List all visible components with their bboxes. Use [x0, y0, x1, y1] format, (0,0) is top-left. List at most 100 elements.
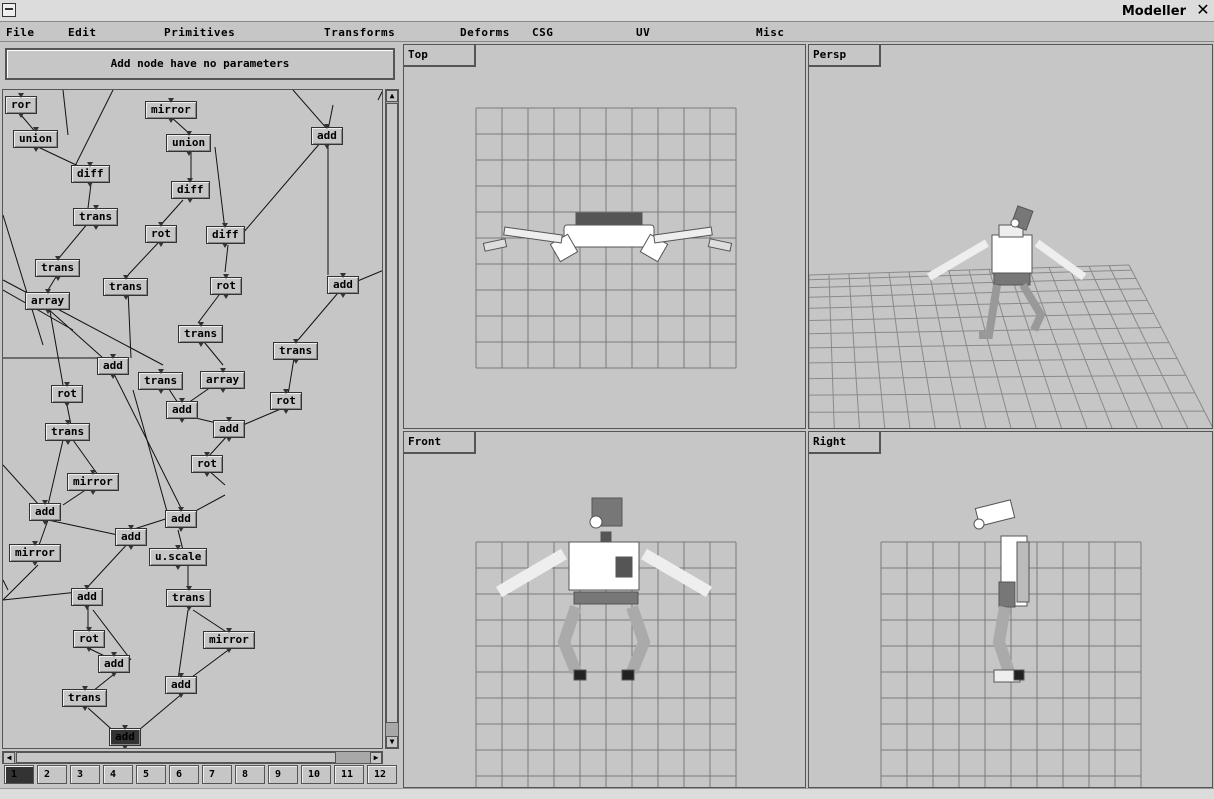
graph-node[interactable]: add: [166, 398, 198, 423]
page-tab-1[interactable]: 1: [4, 765, 34, 784]
graph-node[interactable]: add: [213, 417, 245, 442]
menu-edit[interactable]: Edit: [68, 26, 97, 39]
graph-node[interactable]: trans: [35, 256, 81, 281]
grid-line: [809, 312, 1154, 322]
status-bar: [0, 788, 1214, 799]
page-tab-10[interactable]: 10: [301, 765, 331, 784]
window-menu-icon[interactable]: [2, 3, 16, 17]
grid-line: [888, 272, 911, 428]
page-tab-8[interactable]: 8: [235, 765, 265, 784]
scroll-right-icon[interactable]: ▶: [370, 752, 382, 764]
menu-misc[interactable]: Misc: [756, 26, 785, 39]
page-tab-5[interactable]: 5: [136, 765, 166, 784]
vertical-scrollbar[interactable]: ▲ ▼: [385, 89, 399, 749]
graph-node[interactable]: add: [165, 507, 197, 532]
menu-uv[interactable]: UV: [636, 26, 650, 39]
viewport-right[interactable]: Right: [808, 431, 1213, 788]
graph-node[interactable]: trans: [73, 205, 119, 230]
graph-node[interactable]: add: [165, 673, 197, 698]
vertical-scroll-thumb[interactable]: [386, 103, 398, 723]
page-tab-7[interactable]: 7: [202, 765, 232, 784]
robot-right: [973, 499, 1030, 683]
graph-node[interactable]: trans: [62, 686, 108, 711]
scroll-down-icon[interactable]: ▼: [386, 736, 398, 748]
graph-node[interactable]: diff: [71, 162, 110, 187]
viewport-top[interactable]: Top: [403, 44, 806, 429]
grid-line: [809, 299, 1148, 309]
grid-line: [809, 288, 1142, 298]
graph-node[interactable]: mirror: [9, 541, 61, 566]
graph-node[interactable]: union: [13, 127, 59, 152]
viewport-persp[interactable]: Persp: [808, 44, 1213, 429]
page-tab-3[interactable]: 3: [70, 765, 100, 784]
menu-transforms[interactable]: Transforms: [324, 26, 395, 39]
scroll-left-icon[interactable]: ◀: [3, 752, 15, 764]
node-graph-panel: Add node have no parameters ror mirror u…: [0, 43, 402, 788]
right-view-scene: [880, 499, 1142, 787]
horizontal-scroll-thumb[interactable]: [16, 752, 336, 763]
page-tab-12[interactable]: 12: [367, 765, 397, 784]
graph-node[interactable]: rot: [191, 452, 223, 477]
graph-node[interactable]: mirror: [145, 98, 197, 123]
page-tab-9[interactable]: 9: [268, 765, 298, 784]
graph-node[interactable]: add: [98, 652, 130, 677]
graph-node[interactable]: add: [29, 500, 61, 525]
graph-node[interactable]: ror: [5, 93, 37, 118]
graph-node[interactable]: add: [97, 354, 129, 379]
menu-deforms[interactable]: Deforms: [460, 26, 510, 39]
scroll-up-icon[interactable]: ▲: [386, 90, 398, 102]
grid-line: [1108, 265, 1189, 428]
graph-node[interactable]: rot: [145, 222, 177, 247]
menu-bar: File Edit Primitives Transforms Deforms …: [0, 22, 1214, 42]
graph-node[interactable]: union: [166, 131, 212, 156]
grid-line: [948, 270, 987, 428]
menu-primitives[interactable]: Primitives: [164, 26, 235, 39]
grid-line: [1088, 266, 1164, 428]
graph-node[interactable]: mirror: [67, 470, 119, 495]
grid-line: [1008, 268, 1062, 428]
viewport-top-label: Top: [404, 45, 476, 67]
graph-node[interactable]: array: [25, 289, 71, 314]
graph-node[interactable]: trans: [138, 369, 184, 394]
graph-node[interactable]: add: [327, 273, 359, 298]
graph-node[interactable]: add: [115, 525, 147, 550]
page-tab-6[interactable]: 6: [169, 765, 199, 784]
graph-node-selected[interactable]: add: [109, 725, 141, 748]
graph-node[interactable]: add: [71, 585, 103, 610]
graph-node[interactable]: array: [200, 368, 246, 393]
parameter-info-box: Add node have no parameters: [5, 48, 395, 80]
viewport-front-label: Front: [404, 432, 476, 454]
top-view-scene: [475, 107, 737, 369]
graph-node[interactable]: rot: [270, 389, 302, 414]
title-bar: Modeller ✕: [0, 0, 1214, 22]
grid-line: [809, 410, 1205, 413]
viewport-right-label: Right: [809, 432, 881, 454]
menu-file[interactable]: File: [6, 26, 35, 39]
page-tab-2[interactable]: 2: [37, 765, 67, 784]
graph-node[interactable]: rot: [51, 382, 83, 407]
grid-line: [928, 271, 961, 428]
graph-node[interactable]: add: [311, 124, 343, 149]
page-tab-11[interactable]: 11: [334, 765, 364, 784]
viewport-front[interactable]: Front: [403, 431, 806, 788]
page-tab-4[interactable]: 4: [103, 765, 133, 784]
grid-line: [908, 271, 936, 428]
window-title: Modeller: [1121, 4, 1186, 19]
robot-front: [495, 497, 713, 681]
horizontal-scrollbar[interactable]: ◀ ▶: [2, 751, 383, 764]
graph-node[interactable]: rot: [210, 274, 242, 299]
node-graph-canvas[interactable]: ror mirror union union add diff diff rot…: [2, 89, 383, 749]
graph-node[interactable]: trans: [103, 275, 149, 300]
graph-node[interactable]: diff: [171, 178, 210, 203]
graph-node[interactable]: trans: [273, 339, 319, 364]
graph-node[interactable]: trans: [166, 586, 212, 611]
graph-node[interactable]: mirror: [203, 628, 255, 653]
graph-node[interactable]: rot: [73, 627, 105, 652]
graph-node[interactable]: u.scale: [149, 545, 208, 570]
grid-line: [828, 274, 835, 428]
menu-csg[interactable]: CSG: [532, 26, 553, 39]
graph-node[interactable]: trans: [178, 322, 224, 347]
graph-node[interactable]: trans: [45, 420, 91, 445]
close-icon[interactable]: ✕: [1194, 1, 1212, 19]
graph-node[interactable]: diff: [206, 223, 245, 248]
